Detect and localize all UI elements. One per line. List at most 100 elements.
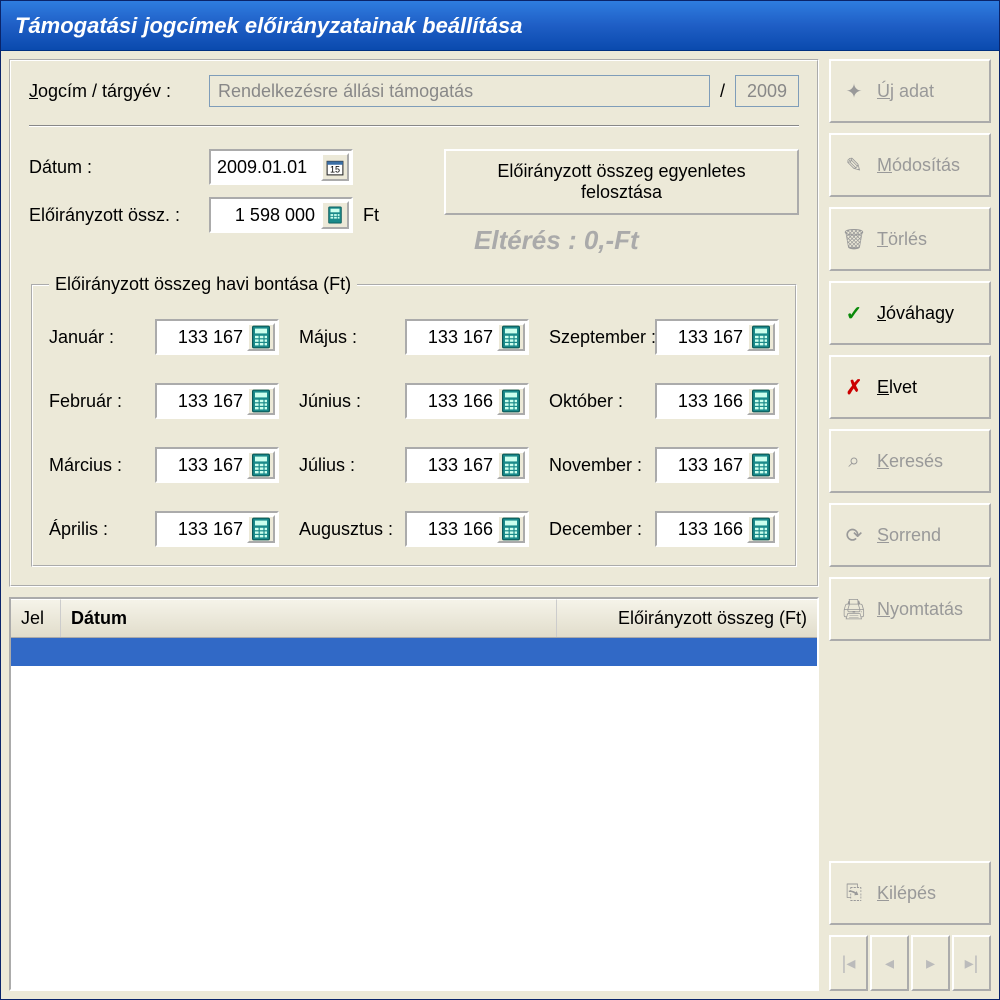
currency-label: Ft xyxy=(363,205,379,226)
sidebar: ✦ Új adat ✎ Módosítás 🗑 Törlés ✓ Jóváhag… xyxy=(829,59,991,991)
month-cell: Október : xyxy=(549,383,779,419)
window-title: Támogatási jogcímek előirányzatainak beá… xyxy=(15,13,522,39)
nav-prev: ◂ xyxy=(870,935,909,991)
elteres-label: Eltérés : 0,-Ft xyxy=(474,225,639,256)
month-input[interactable] xyxy=(157,450,247,480)
month-label: Október : xyxy=(549,391,649,412)
month-calc-button[interactable] xyxy=(747,387,775,415)
month-calc-button[interactable] xyxy=(747,515,775,543)
month-cell: Augusztus : xyxy=(299,511,529,547)
calculator-icon xyxy=(501,453,521,477)
month-input[interactable] xyxy=(407,514,497,544)
calendar-button[interactable]: 15 xyxy=(321,153,349,181)
month-input[interactable] xyxy=(657,450,747,480)
calculator-button[interactable] xyxy=(321,201,349,229)
month-label: Augusztus : xyxy=(299,519,399,540)
delete-button: 🗑 Törlés xyxy=(829,207,991,271)
search-icon: ⌕ xyxy=(841,450,867,473)
new-icon: ✦ xyxy=(841,79,867,104)
modify-button: ✎ Módosítás xyxy=(829,133,991,197)
svg-text:15: 15 xyxy=(330,165,340,175)
calculator-icon xyxy=(501,325,521,349)
selected-row[interactable] xyxy=(11,638,817,666)
datum-input[interactable] xyxy=(211,152,321,182)
table-body[interactable] xyxy=(11,638,817,989)
month-calc-button[interactable] xyxy=(497,323,525,351)
calculator-icon xyxy=(501,517,521,541)
new-button: ✦ Új adat xyxy=(829,59,991,123)
form-panel: Jogcím / tárgyév : / Dátum : 15 xyxy=(9,59,819,587)
calendar-icon: 15 xyxy=(326,158,344,176)
month-cell: Február : xyxy=(49,383,279,419)
month-input[interactable] xyxy=(157,514,247,544)
month-label: December : xyxy=(549,519,649,540)
months-legend: Előirányzott összeg havi bontása (Ft) xyxy=(49,274,357,295)
egyenletes-button[interactable]: Előirányzott összeg egyenletes felosztás… xyxy=(444,149,799,215)
month-calc-button[interactable] xyxy=(747,451,775,479)
month-input[interactable] xyxy=(157,322,247,352)
month-input[interactable] xyxy=(407,322,497,352)
month-cell: December : xyxy=(549,511,779,547)
col-osszeg[interactable]: Előirányzott összeg (Ft) xyxy=(557,599,817,637)
month-calc-button[interactable] xyxy=(247,515,275,543)
nav-last: ▸| xyxy=(952,935,991,991)
separator xyxy=(29,125,799,127)
month-cell: Március : xyxy=(49,447,279,483)
month-cell: Szeptember : xyxy=(549,319,779,355)
calculator-icon xyxy=(326,206,344,224)
jogcim-input xyxy=(209,75,710,107)
month-calc-button[interactable] xyxy=(497,451,525,479)
months-fieldset: Előirányzott összeg havi bontása (Ft) Ja… xyxy=(31,274,797,567)
month-label: Július : xyxy=(299,455,399,476)
month-input[interactable] xyxy=(657,386,747,416)
month-calc-button[interactable] xyxy=(497,387,525,415)
check-icon: ✓ xyxy=(841,301,867,326)
calculator-icon xyxy=(251,389,271,413)
month-input[interactable] xyxy=(657,322,747,352)
col-datum[interactable]: Dátum xyxy=(61,599,557,637)
jogcim-label: Jogcím / tárgyév : xyxy=(29,81,199,102)
trash-icon: 🗑 xyxy=(841,227,867,252)
month-calc-button[interactable] xyxy=(247,451,275,479)
eloiranyzott-input[interactable] xyxy=(211,200,321,230)
search-button: ⌕ Keresés xyxy=(829,429,991,493)
print-button: 🖨 Nyomtatás xyxy=(829,577,991,641)
month-cell: Június : xyxy=(299,383,529,419)
month-label: Június : xyxy=(299,391,399,412)
month-calc-button[interactable] xyxy=(247,323,275,351)
month-input[interactable] xyxy=(407,450,497,480)
calculator-icon xyxy=(501,389,521,413)
month-input[interactable] xyxy=(657,514,747,544)
month-cell: November : xyxy=(549,447,779,483)
nav-buttons: |◂ ◂ ▸ ▸| xyxy=(829,935,991,991)
year-separator: / xyxy=(720,81,725,102)
nav-first: |◂ xyxy=(829,935,868,991)
table: Jel Dátum Előirányzott összeg (Ft) xyxy=(9,597,819,991)
month-label: Április : xyxy=(49,519,149,540)
print-icon: 🖨 xyxy=(841,597,867,622)
month-calc-button[interactable] xyxy=(497,515,525,543)
col-jel[interactable]: Jel xyxy=(11,599,61,637)
sort-icon: ⟳ xyxy=(841,523,867,548)
datum-label: Dátum : xyxy=(29,157,199,178)
calculator-icon xyxy=(751,325,771,349)
titlebar: Támogatási jogcímek előirányzatainak beá… xyxy=(1,1,999,51)
month-calc-button[interactable] xyxy=(247,387,275,415)
month-input[interactable] xyxy=(157,386,247,416)
month-label: November : xyxy=(549,455,649,476)
month-cell: Április : xyxy=(49,511,279,547)
exit-button[interactable]: ⎘ Kilépés xyxy=(829,861,991,925)
month-label: Február : xyxy=(49,391,149,412)
month-calc-button[interactable] xyxy=(747,323,775,351)
month-cell: Január : xyxy=(49,319,279,355)
calculator-icon xyxy=(251,325,271,349)
approve-button[interactable]: ✓ Jóváhagy xyxy=(829,281,991,345)
x-icon: ✗ xyxy=(841,375,867,400)
modify-icon: ✎ xyxy=(841,153,867,178)
calculator-icon xyxy=(751,389,771,413)
month-label: Május : xyxy=(299,327,399,348)
reject-button[interactable]: ✗ Elvet xyxy=(829,355,991,419)
exit-icon: ⎘ xyxy=(841,882,867,905)
month-input[interactable] xyxy=(407,386,497,416)
calculator-icon xyxy=(251,517,271,541)
